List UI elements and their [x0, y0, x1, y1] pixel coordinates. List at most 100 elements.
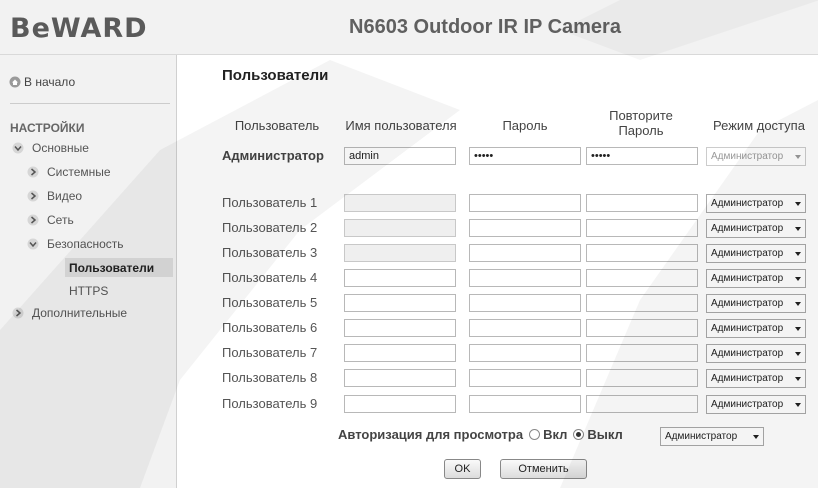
sidebar-item-label: Дополнительные — [32, 306, 127, 320]
user6-access-select[interactable]: Администратор — [706, 319, 806, 338]
user1-username-input — [344, 194, 456, 212]
user3-username-input — [344, 244, 456, 262]
ok-button[interactable]: OK — [444, 459, 481, 479]
sidebar-item-label: Системные — [47, 165, 111, 179]
page-header-title: N6603 Outdoor IR IP Camera — [349, 16, 621, 38]
sidebar-item-advanced[interactable]: Дополнительные — [12, 306, 127, 320]
user2-access-select[interactable]: Администратор — [706, 219, 806, 238]
home-label: В начало — [24, 75, 76, 89]
select-value: Администратор — [711, 223, 784, 234]
select-value: Администратор — [711, 348, 784, 359]
user1-access-select[interactable]: Администратор — [706, 194, 806, 213]
dropdown-arrow-icon — [753, 435, 759, 439]
user-row-label: Пользователь 6 — [222, 320, 318, 335]
select-value: Администратор — [711, 399, 784, 410]
user1-password-input[interactable] — [469, 194, 581, 212]
user9-password-input[interactable] — [469, 395, 581, 413]
select-value: Администратор — [711, 248, 784, 259]
dropdown-arrow-icon — [795, 227, 801, 231]
user8-repeat-password-input[interactable] — [586, 369, 698, 387]
chevron-down-icon — [27, 238, 39, 250]
user4-repeat-password-input[interactable] — [586, 269, 698, 287]
user5-username-input[interactable] — [344, 294, 456, 312]
user3-access-select[interactable]: Администратор — [706, 244, 806, 263]
user5-repeat-password-input[interactable] — [586, 294, 698, 312]
sidebar-item-security[interactable]: Безопасность — [27, 237, 124, 251]
select-value: Администратор — [711, 323, 784, 334]
user7-access-select[interactable]: Администратор — [706, 344, 806, 363]
user-row-label: Пользователь 2 — [222, 220, 318, 235]
user6-repeat-password-input[interactable] — [586, 319, 698, 337]
sidebar-item-label: Видео — [47, 189, 83, 203]
user-row-label: Пользователь 5 — [222, 295, 318, 310]
cancel-button[interactable]: Отменить — [500, 459, 587, 479]
user4-username-input[interactable] — [344, 269, 456, 287]
admin-password-input[interactable] — [469, 147, 581, 165]
user8-password-input[interactable] — [469, 369, 581, 387]
select-value: Администратор — [711, 198, 784, 209]
chevron-right-icon — [27, 190, 39, 202]
auth-access-select[interactable]: Администратор — [660, 427, 764, 446]
sidebar-item-label: Сеть — [47, 213, 74, 227]
sidebar-divider — [10, 103, 170, 104]
user2-repeat-password-input[interactable] — [586, 219, 698, 237]
dropdown-arrow-icon — [795, 202, 801, 206]
user-row-label: Пользователь 1 — [222, 195, 318, 210]
select-value: Администратор — [711, 151, 784, 162]
sidebar-item-video[interactable]: Видео — [27, 189, 82, 203]
sidebar-section-title: НАСТРОЙКИ — [10, 121, 85, 135]
user-row-label: Пользователь 7 — [222, 345, 318, 360]
user3-repeat-password-input[interactable] — [586, 244, 698, 262]
user8-username-input[interactable] — [344, 369, 456, 387]
column-header-user: Пользователь — [234, 118, 320, 133]
auth-on-label: Вкл — [543, 427, 568, 442]
admin-repeat-password-input[interactable] — [586, 147, 698, 165]
user2-password-input[interactable] — [469, 219, 581, 237]
dropdown-arrow-icon — [795, 327, 801, 331]
user4-access-select[interactable]: Администратор — [706, 269, 806, 288]
sidebar-item-system[interactable]: Системные — [27, 165, 111, 179]
sidebar-item-users[interactable]: Пользователи — [65, 258, 173, 277]
user7-repeat-password-input[interactable] — [586, 344, 698, 362]
admin-access-select: Администратор — [706, 147, 806, 166]
user1-repeat-password-input[interactable] — [586, 194, 698, 212]
user6-username-input[interactable] — [344, 319, 456, 337]
user9-access-select[interactable]: Администратор — [706, 395, 806, 414]
auth-on-radio[interactable] — [529, 429, 541, 440]
select-value: Администратор — [711, 273, 784, 284]
user-row-label: Пользователь 4 — [222, 270, 318, 285]
brand-logo: BeWARD — [10, 13, 148, 44]
user5-access-select[interactable]: Администратор — [706, 294, 806, 313]
view-auth-row: Авторизация для просмотра Вкл Выкл — [338, 427, 623, 442]
admin-username-input[interactable] — [344, 147, 456, 165]
user6-password-input[interactable] — [469, 319, 581, 337]
admin-row-label: Администратор — [222, 148, 324, 163]
select-value: Администратор — [711, 298, 784, 309]
auth-off-radio[interactable] — [573, 429, 585, 440]
dropdown-arrow-icon — [795, 352, 801, 356]
user-row-label: Пользователь 8 — [222, 370, 318, 385]
user4-password-input[interactable] — [469, 269, 581, 287]
user-row-label: Пользователь 9 — [222, 396, 318, 411]
user7-username-input[interactable] — [344, 344, 456, 362]
user5-password-input[interactable] — [469, 294, 581, 312]
dropdown-arrow-icon — [795, 277, 801, 281]
dropdown-arrow-icon — [795, 252, 801, 256]
chevron-right-icon — [27, 166, 39, 178]
auth-off-label: Выкл — [587, 427, 623, 442]
user3-password-input[interactable] — [469, 244, 581, 262]
user9-repeat-password-input[interactable] — [586, 395, 698, 413]
user7-password-input[interactable] — [469, 344, 581, 362]
sidebar-item-https[interactable]: HTTPS — [69, 284, 108, 298]
sidebar-item-network[interactable]: Сеть — [27, 213, 74, 227]
sidebar-item-basic[interactable]: Основные — [12, 141, 89, 155]
dropdown-arrow-icon — [795, 155, 801, 159]
home-link[interactable]: В начало — [9, 75, 75, 89]
select-value: Администратор — [711, 373, 784, 384]
sidebar-item-label: Пользователи — [69, 260, 155, 275]
user8-access-select[interactable]: Администратор — [706, 369, 806, 388]
sidebar-item-label: Безопасность — [47, 237, 124, 251]
view-auth-label: Авторизация для просмотра — [338, 427, 524, 442]
dropdown-arrow-icon — [795, 302, 801, 306]
user9-username-input[interactable] — [344, 395, 456, 413]
